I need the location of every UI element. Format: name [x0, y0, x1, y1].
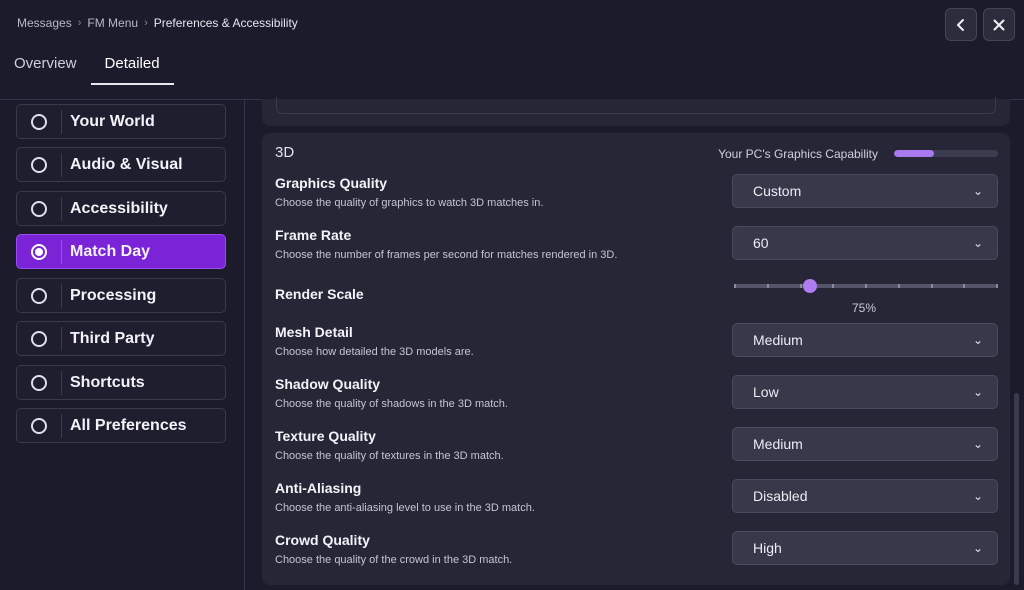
slider-tick — [734, 284, 736, 288]
previous-section-control[interactable] — [276, 97, 996, 114]
sidebar-item-shortcuts[interactable]: Shortcuts — [16, 365, 226, 400]
sidebar-item-match-day[interactable]: Match Day — [16, 234, 226, 269]
radio-icon — [31, 374, 47, 391]
sidebar-item-accessibility[interactable]: Accessibility — [16, 191, 226, 226]
sidebar-item-label: All Preferences — [70, 416, 187, 434]
crowd-quality-dropdown[interactable]: High ⌄ — [732, 531, 998, 565]
sidebar-item-label: Accessibility — [70, 199, 168, 217]
slider-tick — [799, 284, 802, 288]
chevron-down-icon: ⌄ — [972, 489, 983, 503]
radio-icon — [31, 200, 47, 217]
dropdown-value: 60 — [753, 235, 769, 251]
radio-icon — [31, 113, 47, 130]
sidebar-item-label: Audio & Visual — [70, 155, 183, 173]
sidebar-item-processing[interactable]: Processing — [16, 278, 226, 313]
chevron-right-icon: › — [77, 17, 82, 29]
tab-detailed[interactable]: Detailed — [90, 50, 174, 86]
breadcrumb-current: Preferences & Accessibility — [153, 16, 298, 30]
divider — [61, 196, 62, 221]
breadcrumb-messages[interactable]: Messages — [17, 16, 72, 30]
dropdown-value: High — [753, 540, 782, 556]
render-scale-value: 75% — [852, 301, 877, 315]
radio-icon — [31, 156, 47, 173]
frame-rate-dropdown[interactable]: 60 ⌄ — [732, 226, 998, 260]
sidebar-item-label: Processing — [70, 286, 157, 304]
shadow-quality-dropdown[interactable]: Low ⌄ — [732, 375, 998, 409]
slider-tick — [832, 284, 835, 288]
chevron-down-icon: ⌄ — [972, 541, 983, 555]
breadcrumb: Messages › FM Menu › Preferences & Acces… — [17, 16, 298, 30]
chevron-down-icon: ⌄ — [972, 236, 983, 250]
mesh-detail-dropdown[interactable]: Medium ⌄ — [732, 323, 998, 357]
sidebar-item-label: Match Day — [70, 242, 151, 260]
slider-thumb[interactable] — [802, 279, 817, 293]
slider-tick — [897, 284, 900, 288]
chevron-left-icon — [957, 18, 964, 31]
sidebar-item-third-party[interactable]: Third Party — [16, 321, 226, 356]
back-button[interactable] — [945, 8, 977, 41]
dropdown-value: Medium — [753, 332, 803, 348]
graphics-quality-dropdown[interactable]: Custom ⌄ — [732, 174, 998, 208]
texture-quality-dropdown[interactable]: Medium ⌄ — [732, 427, 998, 461]
graphics-capability-bar — [894, 150, 998, 157]
breadcrumb-fm-menu[interactable]: FM Menu — [87, 16, 138, 30]
previous-section-card — [262, 97, 1010, 126]
sidebar-item-label: Shortcuts — [70, 373, 145, 391]
radio-selected-icon — [31, 243, 47, 260]
dropdown-value: Medium — [753, 436, 803, 452]
section-3d-card: 3D Your PC's Graphics Capability Graphic… — [262, 133, 1010, 585]
divider — [61, 370, 62, 395]
radio-icon — [31, 287, 47, 304]
chevron-down-icon: ⌄ — [972, 333, 983, 347]
chevron-right-icon: › — [144, 17, 148, 29]
radio-icon — [31, 330, 47, 347]
divider — [61, 413, 62, 438]
slider-tick — [963, 284, 966, 288]
chevron-down-icon: ⌄ — [972, 437, 983, 451]
section-title: 3D — [275, 144, 295, 161]
sidebar-item-audio-visual[interactable]: Audio & Visual — [16, 147, 226, 182]
graphics-capability-label: Your PC's Graphics Capability — [718, 147, 878, 161]
graphics-capability-fill — [894, 150, 934, 157]
dropdown-value: Disabled — [753, 488, 808, 504]
dropdown-value: Low — [753, 384, 779, 400]
divider — [61, 326, 62, 351]
divider — [61, 239, 62, 264]
close-icon — [993, 19, 1005, 30]
chevron-down-icon: ⌄ — [972, 385, 983, 399]
sidebar-item-label: Your World — [70, 112, 155, 130]
chevron-down-icon: ⌄ — [972, 184, 983, 198]
sidebar-item-your-world[interactable]: Your World — [16, 104, 226, 139]
slider-tick — [766, 284, 769, 288]
scrollbar[interactable] — [1014, 393, 1019, 585]
divider — [61, 109, 62, 134]
dropdown-value: Custom — [753, 183, 802, 199]
slider-tick — [996, 284, 998, 288]
divider — [61, 152, 62, 177]
sidebar-item-label: Third Party — [70, 329, 155, 347]
slider-tick — [930, 284, 933, 288]
anti-aliasing-dropdown[interactable]: Disabled ⌄ — [732, 479, 998, 513]
tab-overview[interactable]: Overview — [0, 50, 91, 86]
tab-bar: Overview Detailed — [0, 50, 174, 86]
radio-icon — [31, 417, 47, 434]
divider — [61, 283, 62, 308]
close-button[interactable] — [983, 8, 1015, 41]
sidebar-item-all-preferences[interactable]: All Preferences — [16, 408, 226, 443]
sidebar: Your World Audio & Visual Accessibility … — [12, 99, 245, 590]
slider-tick — [865, 284, 867, 288]
render-scale-slider[interactable] — [734, 279, 998, 293]
